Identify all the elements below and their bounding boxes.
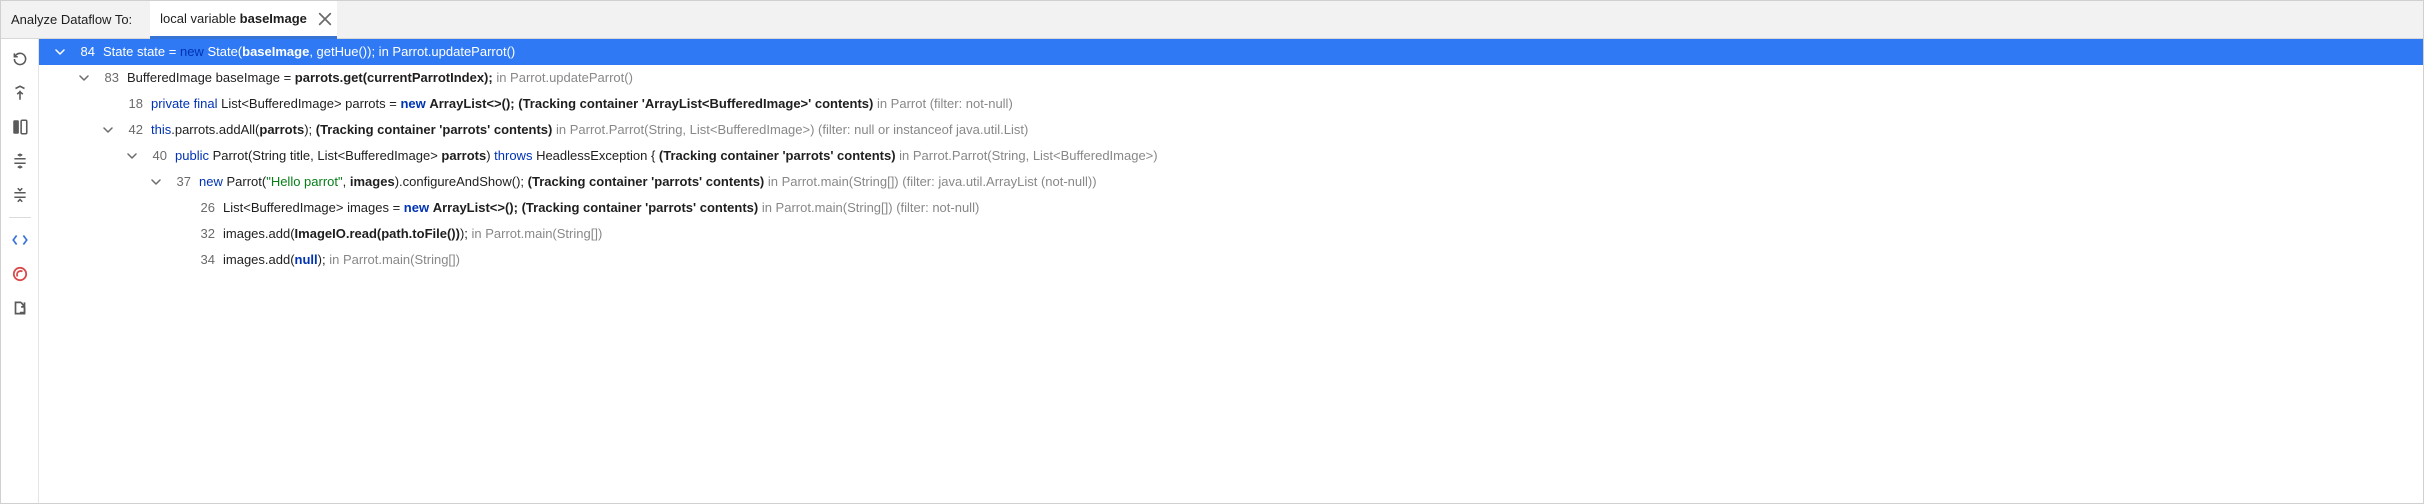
code-text: public Parrot(String title, List<Buffere… [175, 143, 1158, 169]
code-text: images.add(null); in Parrot.main(String[… [223, 247, 460, 273]
stop-icon[interactable] [6, 260, 34, 288]
side-toolbar [1, 39, 39, 503]
panel-header: Analyze Dataflow To: local variable base… [1, 1, 2423, 39]
code-text: BufferedImage baseImage = parrots.get(cu… [127, 65, 633, 91]
chevron-down-icon[interactable] [149, 175, 163, 189]
toolbar-separator [9, 217, 31, 218]
collapse-all-icon[interactable] [6, 181, 34, 209]
code-text: State state = new State(baseImage, getHu… [103, 39, 515, 65]
line-number: 83 [93, 65, 119, 91]
code-text: this.parrots.addAll(parrots); (Tracking … [151, 117, 1028, 143]
code-text: List<BufferedImage> images = new ArrayLi… [223, 195, 979, 221]
panel-title: Analyze Dataflow To: [11, 12, 132, 27]
tree-row[interactable]: 40 public Parrot(String title, List<Buffe… [39, 143, 2423, 169]
expand-all-icon[interactable] [6, 147, 34, 175]
tree-row[interactable]: 34 images.add(null); in Parrot.main(Strin… [39, 247, 2423, 273]
tab-variable-name: baseImage [240, 11, 307, 26]
code-text: private final List<BufferedImage> parrot… [151, 91, 1013, 117]
tree-row[interactable]: 83 BufferedImage baseImage = parrots.get(… [39, 65, 2423, 91]
tab-prefix: local variable [160, 11, 240, 26]
chevron-down-icon[interactable] [53, 45, 67, 59]
tree-row[interactable]: 42 this.parrots.addAll(parrots); (Trackin… [39, 117, 2423, 143]
close-icon[interactable] [317, 11, 333, 27]
caret-spacer [173, 201, 187, 215]
dataflow-tree[interactable]: 84 State state = new State(baseImage, get… [39, 39, 2423, 503]
line-number: 37 [165, 169, 191, 195]
layout-icon[interactable] [6, 113, 34, 141]
line-number: 34 [189, 247, 215, 273]
line-number: 26 [189, 195, 215, 221]
tree-row[interactable]: 37 new Parrot("Hello parrot", images).con… [39, 169, 2423, 195]
line-number: 32 [189, 221, 215, 247]
line-number: 18 [117, 91, 143, 117]
code-text: new Parrot("Hello parrot", images).confi… [199, 169, 1097, 195]
line-number: 40 [141, 143, 167, 169]
caret-spacer [101, 97, 115, 111]
line-number: 42 [117, 117, 143, 143]
code-icon[interactable] [6, 226, 34, 254]
tree-row[interactable]: 18 private final List<BufferedImage> parr… [39, 91, 2423, 117]
line-number: 84 [69, 39, 95, 65]
caret-spacer [173, 253, 187, 267]
caret-spacer [173, 227, 187, 241]
export-icon[interactable] [6, 294, 34, 322]
tree-row[interactable]: 32 images.add(ImageIO.read(path.toFile())… [39, 221, 2423, 247]
chevron-down-icon[interactable] [125, 149, 139, 163]
chevron-down-icon[interactable] [101, 123, 115, 137]
tree-row[interactable]: 26 List<BufferedImage> images = new Array… [39, 195, 2423, 221]
chevron-down-icon[interactable] [77, 71, 91, 85]
rerun-icon[interactable] [6, 45, 34, 73]
group-by-leaf-icon[interactable] [6, 79, 34, 107]
code-text: images.add(ImageIO.read(path.toFile()));… [223, 221, 602, 247]
tree-row[interactable]: 84 State state = new State(baseImage, get… [39, 39, 2423, 65]
dataflow-tab[interactable]: local variable baseImage [150, 1, 337, 39]
